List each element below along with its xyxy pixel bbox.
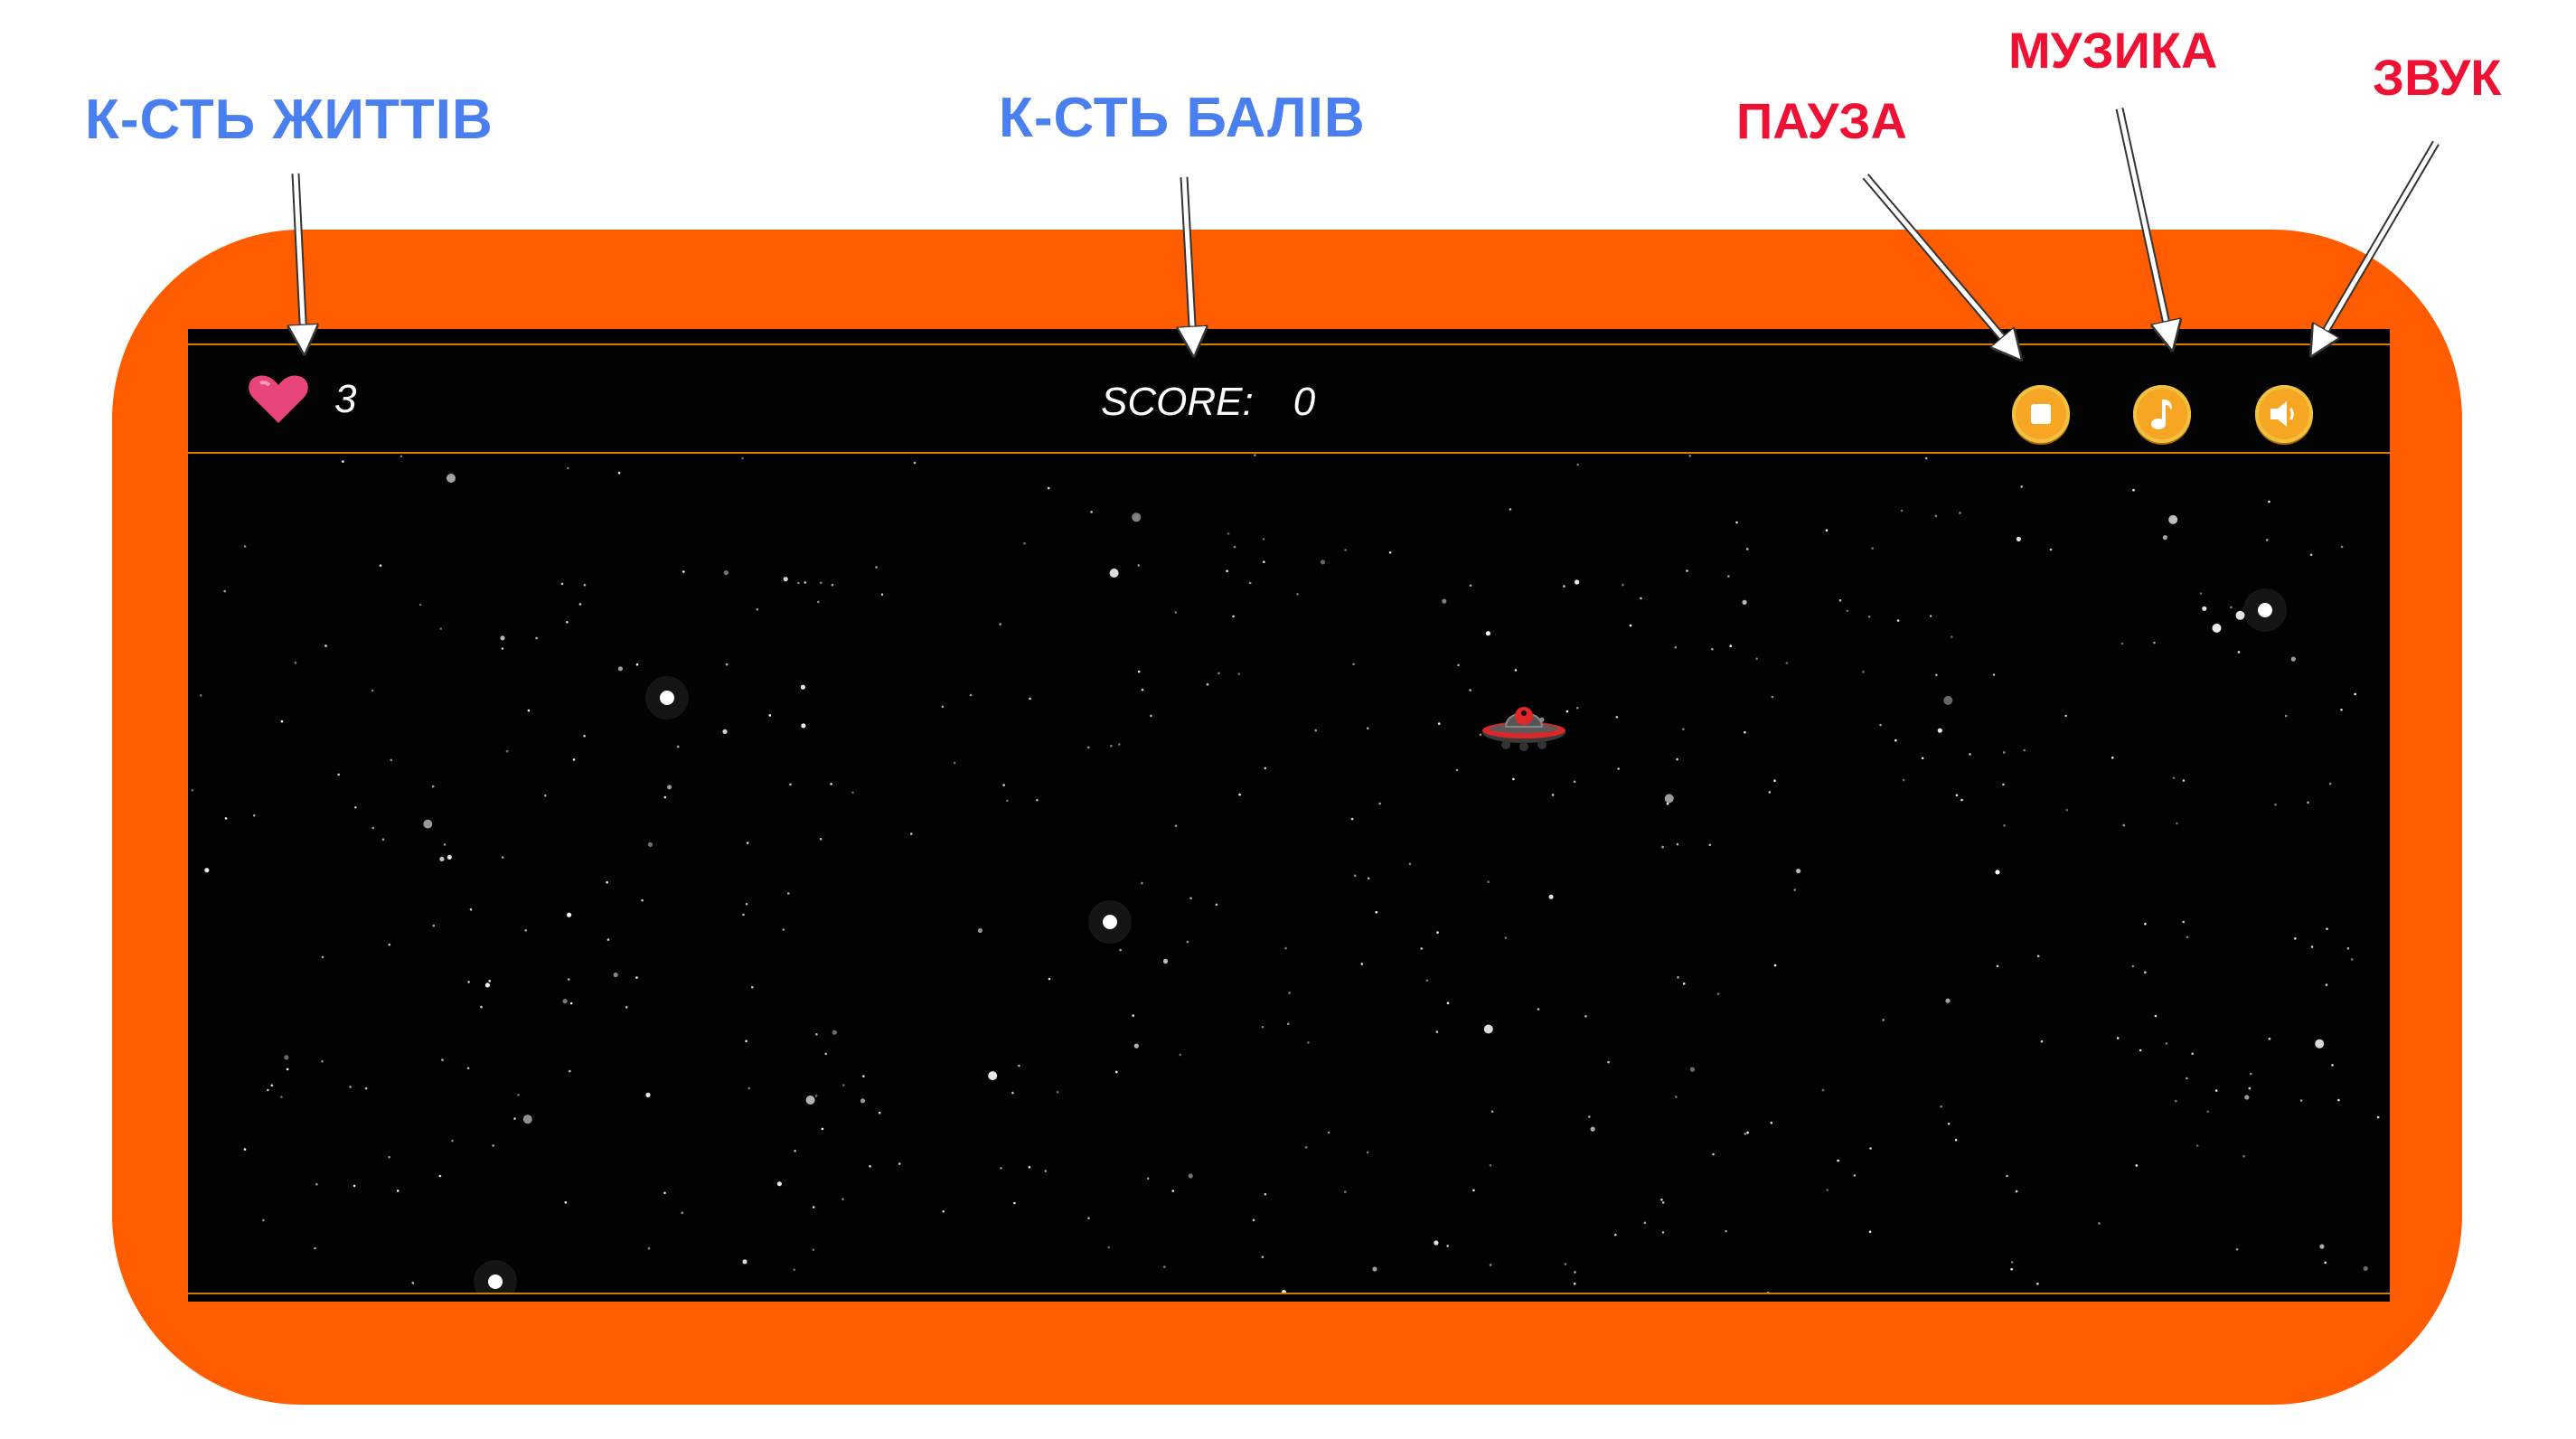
ufo-icon[interactable] (1479, 691, 1569, 754)
sound-button[interactable] (2255, 385, 2313, 443)
lives-display: 3 (248, 372, 356, 427)
game-top-border (188, 329, 2390, 345)
speaker-icon (2270, 401, 2294, 427)
starfield-background (191, 329, 2380, 1302)
annotation-lives-label: К-СТЬ ЖИТТІВ (85, 89, 494, 151)
music-button[interactable] (2133, 385, 2191, 443)
annotation-pause-label: ПАУЗА (1736, 92, 1907, 149)
lives-count: 3 (334, 377, 357, 421)
game-bottom-border (188, 1293, 2390, 1302)
hud-bar: 3 SCORE: 0 (188, 345, 2390, 454)
score-label: SCORE: (1101, 380, 1254, 424)
game-canvas[interactable]: 3 SCORE: 0 (188, 329, 2390, 1302)
heart-icon (249, 375, 308, 423)
score-display: SCORE: 0 (1101, 380, 1315, 425)
annotation-sound-label: ЗВУК (2373, 49, 2502, 106)
score-value: 0 (1293, 380, 1316, 424)
annotation-music-label: МУЗИКА (2008, 22, 2218, 79)
annotation-score-label: К-СТЬ БАЛІВ (999, 87, 1366, 149)
stop-icon (2031, 404, 2051, 424)
pause-button[interactable] (2012, 385, 2070, 443)
tutorial-screen: К-СТЬ ЖИТТІВ К-СТЬ БАЛІВ ПАУЗА МУЗИКА ЗВ… (0, 0, 2576, 1439)
music-note-icon (2151, 400, 2172, 429)
